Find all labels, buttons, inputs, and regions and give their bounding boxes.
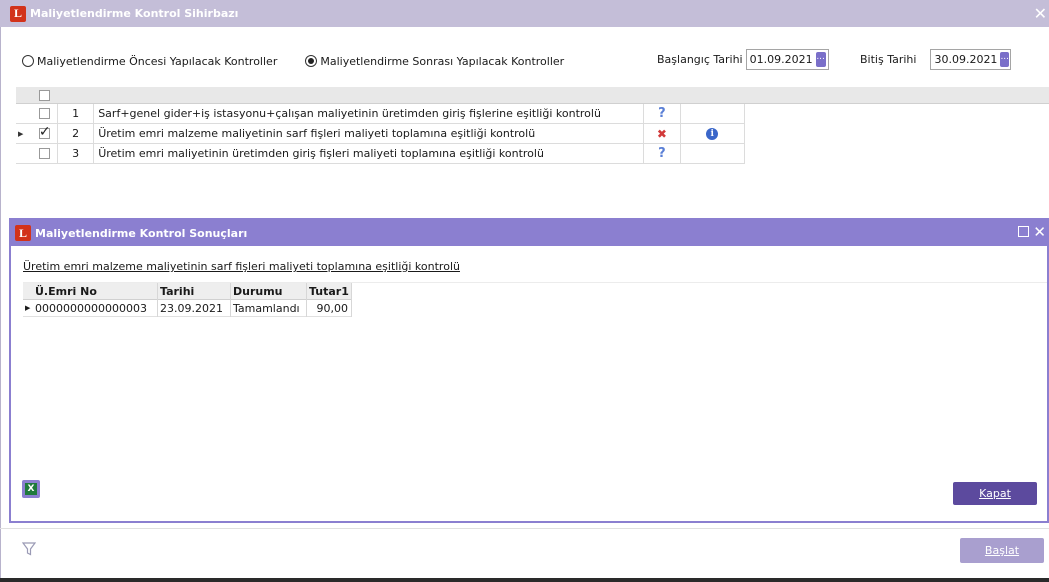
cell-amount: 90,00 [307, 299, 352, 317]
check-row-number: 1 [58, 103, 95, 124]
cell-date: 23.09.2021 [158, 299, 231, 317]
window-title: Maliyetlendirme Kontrol Sihirbazı [30, 7, 239, 20]
current-row-indicator-icon: ▶ [18, 129, 24, 138]
radio-before-label: Maliyetlendirme Öncesi Yapılacak Kontrol… [37, 54, 278, 68]
close-icon[interactable]: ✕ [1034, 4, 1047, 23]
info-cell [681, 103, 745, 124]
table-row[interactable]: ▶ 0000000000000003 23.09.2021 Tamamlandı… [23, 299, 352, 317]
radio-circle[interactable] [22, 55, 34, 67]
end-date-field[interactable]: 30.09.2021 ... [930, 49, 1012, 70]
column-header-amount[interactable]: Tutar1 [307, 282, 352, 300]
check-row-2[interactable]: ▶ 2 Üretim emri malzeme maliyetinin sarf… [16, 123, 745, 144]
close-icon[interactable]: ✕ [1033, 223, 1046, 241]
start-button[interactable]: Başlat [960, 538, 1044, 563]
column-header-status[interactable]: Durumu [231, 282, 307, 300]
start-date-label: Başlangıç Tarihi [657, 53, 743, 66]
check-row-3[interactable]: 3 Üretim emri maliyetinin üretimden giri… [16, 143, 745, 164]
radio-before-costing[interactable]: Maliyetlendirme Öncesi Yapılacak Kontrol… [22, 55, 277, 68]
error-x-icon[interactable]: ✖ [644, 123, 681, 144]
question-icon[interactable]: ? [644, 143, 681, 164]
info-cell [681, 143, 745, 164]
check-row-1[interactable]: 1 Sarf+genel gider+iş istasyonu+çalışan … [16, 103, 745, 124]
check-row-description: Üretim emri malzeme maliyetinin sarf fiş… [94, 123, 645, 144]
radio-after-costing[interactable]: Maliyetlendirme Sonrası Yapılacak Kontro… [305, 55, 564, 68]
taskbar-strip [0, 578, 1049, 582]
cell-order-no: 0000000000000003 [33, 299, 158, 317]
results-check-title: Üretim emri malzeme maliyetinin sarf fiş… [23, 260, 460, 273]
check-row-description: Sarf+genel gider+iş istasyonu+çalışan ma… [94, 103, 645, 124]
start-date-picker-button[interactable]: ... [815, 52, 826, 67]
filter-icon[interactable] [22, 542, 36, 556]
question-icon[interactable]: ? [644, 103, 681, 124]
check-row-checkbox-checked[interactable] [38, 124, 51, 140]
maximize-icon[interactable] [1018, 226, 1029, 237]
results-title-bar: L Maliyetlendirme Kontrol Sonuçları ✕ [11, 220, 1047, 246]
footer-divider [0, 528, 1049, 529]
start-date-group: Başlangıç Tarihi 01.09.2021 ... [657, 49, 829, 70]
start-date-value: 01.09.2021 [749, 53, 813, 66]
results-dialog: L Maliyetlendirme Kontrol Sonuçları ✕ Ür… [9, 218, 1049, 523]
results-grid-header: Ü.Emri No Tarihi Durumu Tutar1 [23, 282, 352, 300]
check-type-options: Maliyetlendirme Öncesi Yapılacak Kontrol… [22, 52, 592, 70]
select-all-checkbox[interactable] [39, 90, 50, 101]
info-icon[interactable]: i [706, 127, 719, 140]
column-header-order-no[interactable]: Ü.Emri No [33, 282, 158, 300]
radio-after-label: Maliyetlendirme Sonrası Yapılacak Kontro… [320, 54, 565, 68]
start-date-field[interactable]: 01.09.2021 ... [745, 49, 829, 70]
app-logo-icon: L [10, 5, 26, 22]
current-row-indicator-icon: ▶ [25, 304, 31, 312]
results-grid: Ü.Emri No Tarihi Durumu Tutar1 ▶ 0000000… [23, 282, 1047, 464]
excel-icon: X [25, 483, 37, 495]
close-button[interactable]: Kapat [953, 482, 1037, 505]
checks-grid: 1 Sarf+genel gider+iş istasyonu+çalışan … [16, 87, 1049, 164]
checks-grid-header [16, 87, 1049, 104]
check-row-description: Üretim emri maliyetinin üretimden giriş … [94, 143, 645, 164]
end-date-group: Bitiş Tarihi 30.09.2021 ... [860, 49, 1012, 70]
main-window-title-bar: L Maliyetlendirme Kontrol Sihirbazı ✕ [0, 0, 1049, 27]
end-date-picker-button[interactable]: ... [1000, 52, 1010, 67]
column-header-date[interactable]: Tarihi [158, 282, 231, 300]
results-title: Maliyetlendirme Kontrol Sonuçları [35, 226, 248, 240]
app-logo-icon: L [15, 225, 31, 241]
radio-circle-selected[interactable] [305, 55, 318, 67]
check-row-number: 3 [58, 143, 95, 164]
check-row-checkbox[interactable] [38, 108, 50, 119]
export-excel-button[interactable]: X [22, 480, 40, 498]
cell-status: Tamamlandı [231, 299, 307, 317]
end-date-label: Bitiş Tarihi [860, 53, 917, 66]
end-date-value: 30.09.2021 [934, 53, 998, 66]
check-row-checkbox[interactable] [38, 148, 50, 159]
check-row-number: 2 [58, 123, 95, 144]
